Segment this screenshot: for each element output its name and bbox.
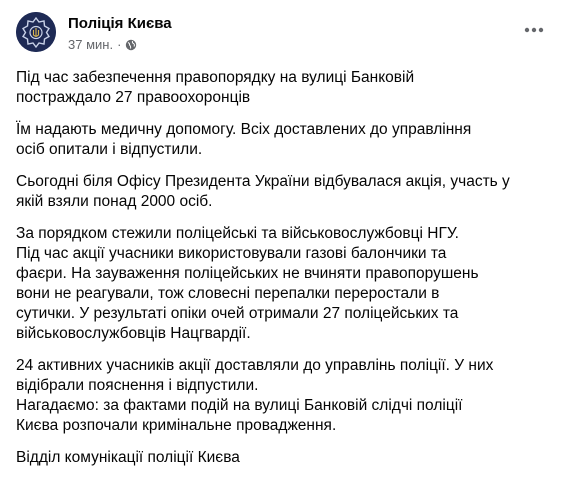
post-paragraph: За порядком стежили поліцейські та війсь… <box>16 224 548 344</box>
post-time[interactable]: 37 мин. <box>68 37 113 52</box>
text-line: За порядком стежили поліцейські та війсь… <box>16 225 459 242</box>
text-line: Києва розпочали кримінальне провадження. <box>16 417 337 434</box>
text-line: постраждало 27 правоохоронців <box>16 89 251 106</box>
more-options-button[interactable] <box>522 18 546 42</box>
page-name[interactable]: Поліція Києва <box>68 15 172 32</box>
post-paragraph: Сьогодні біля Офісу Президента України в… <box>16 172 548 212</box>
text-line: сутички. У результаті опіки очей отримал… <box>16 305 459 322</box>
avatar[interactable] <box>16 12 56 52</box>
text-line: 24 активних учасників акції доставляли д… <box>16 357 494 374</box>
text-line: осіб опитали і відпустили. <box>16 141 203 158</box>
post-signature: Відділ комунікації поліції Києва <box>16 448 548 468</box>
post-paragraph: Їм надають медичну допомогу. Всіх достав… <box>16 120 548 160</box>
text-line: Сьогодні біля Офісу Президента України в… <box>16 173 510 190</box>
text-line: відібрали пояснення і відпустили. <box>16 377 259 394</box>
globe-icon[interactable] <box>125 39 137 51</box>
post-paragraph: Під час забезпечення правопорядку на вул… <box>16 68 548 108</box>
post-header: Поліція Києва 37 мин. · <box>16 12 546 56</box>
text-line: вони не реагували, тож словесні перепалк… <box>16 285 440 302</box>
police-badge-icon <box>16 12 56 52</box>
more-options-icon <box>524 27 544 33</box>
text-line: Нагадаємо: за фактами подій на вулиці Ба… <box>16 397 463 414</box>
text-line: якій взяли понад 2000 осіб. <box>16 193 213 210</box>
meta-separator: · <box>117 37 122 52</box>
text-line: Під час забезпечення правопорядку на вул… <box>16 69 415 86</box>
post-meta: 37 мин. · <box>68 37 137 52</box>
text-line: Під час акції учасники використовували г… <box>16 245 447 262</box>
text-line: фаєри. На зауваження поліцейських не вчи… <box>16 265 479 282</box>
post-paragraph: 24 активних учасників акції доставляли д… <box>16 356 548 436</box>
text-line: Їм надають медичну допомогу. Всіх достав… <box>16 121 472 138</box>
text-line: Відділ комунікації поліції Києва <box>16 449 240 466</box>
text-line: військовослужбовців Нацгвардії. <box>16 325 251 342</box>
post-body: Під час забезпечення правопорядку на вул… <box>16 68 548 468</box>
